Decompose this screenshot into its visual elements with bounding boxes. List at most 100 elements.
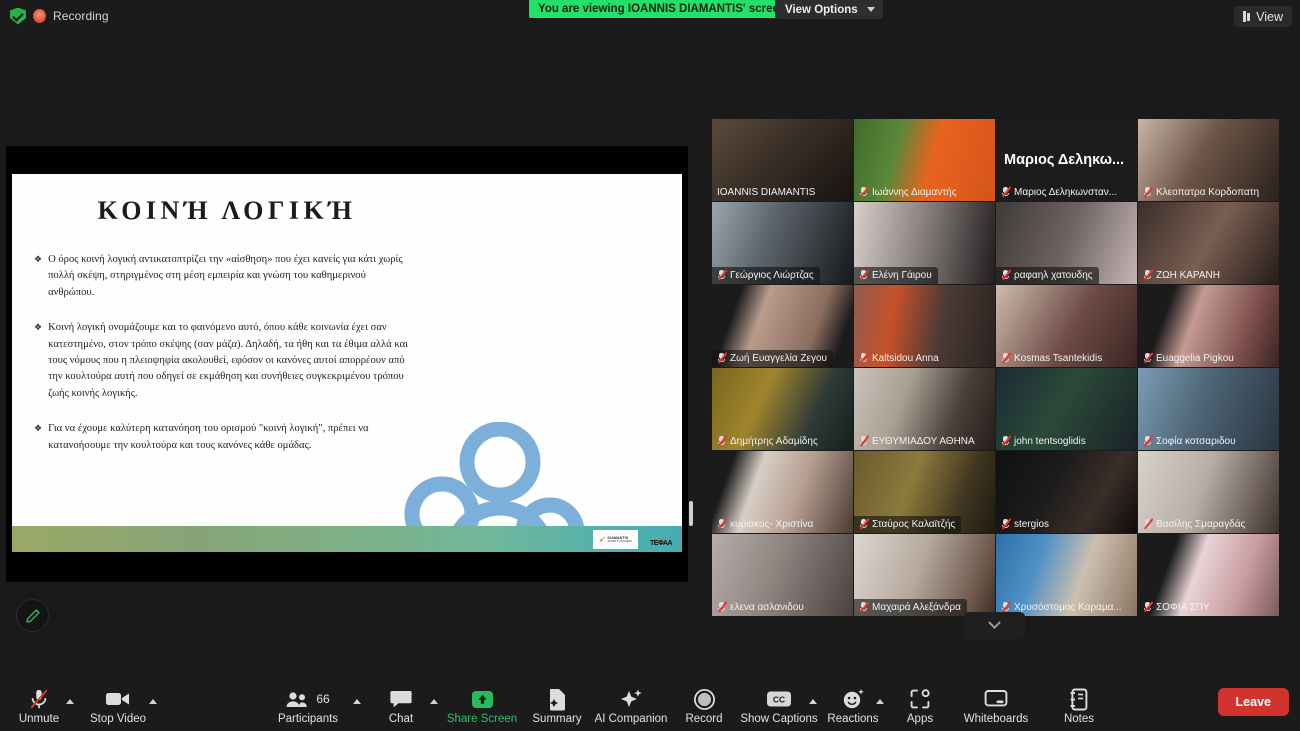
share-scroll-handle[interactable] [689, 501, 693, 526]
toolbar-show-captions-button[interactable]: CC Show Captions [740, 686, 818, 725]
participant-name-label: Γεώργιος Λιώρτζας [712, 267, 820, 284]
participant-grid: IOANNIS DIAMANTIS Ιωάννης Διαμαντής Μαριος… [712, 119, 1282, 616]
toolbar-participants-button[interactable]: 66 Participants [269, 686, 347, 725]
participant-name-label: Σοφία κοτσαριδου [1138, 433, 1242, 450]
leave-button[interactable]: Leave [1217, 688, 1289, 716]
participant-tile[interactable]: Κλεοπατρα Κορδοπατη [1138, 119, 1279, 201]
participant-name-text: Ελένη Γάιρου [872, 269, 932, 281]
microphone-muted-icon [717, 518, 728, 530]
participant-tile[interactable]: Μαχαιρά Αλεξάνδρα [854, 534, 995, 616]
participant-tile[interactable]: Μαριος Δεληκω... Μαριος Δεληκωνσταν... [996, 119, 1137, 201]
participant-name-text: Euaggelia Pigkou [1156, 352, 1234, 364]
participant-tile[interactable]: stergios [996, 451, 1137, 533]
closed-captions-icon: CC [766, 686, 792, 712]
recording-dot-icon[interactable] [33, 9, 46, 23]
toolbar-unmute-button[interactable]: Unmute [0, 686, 78, 725]
toolbar-chat-button[interactable]: Chat [362, 686, 440, 725]
participant-tile[interactable]: Βασίλης Σμαραγδάς [1138, 451, 1279, 533]
participant-tile[interactable]: Χρυσόστομος Καραμα... [996, 534, 1137, 616]
toolbar-record-button[interactable]: Record [665, 686, 743, 725]
participant-name-label: Δημήτρης Αδαμίδης [712, 433, 824, 450]
toolbar-chevron-up-icon[interactable] [430, 699, 438, 704]
participant-name-text: ΣΟΦΙΑ ΣΠΥ [1156, 601, 1210, 613]
participant-tile[interactable]: ΣΟΦΙΑ ΣΠΥ [1138, 534, 1279, 616]
participant-tile[interactable]: ραφαηλ χατουδης [996, 202, 1137, 284]
microphone-muted-icon [717, 435, 728, 447]
participant-tile[interactable]: ΕΥΘΥΜΙΑΔΟΥ ΑΘΗΝΑ [854, 368, 995, 450]
microphone-muted-icon [1001, 186, 1012, 198]
annotate-pencil-button[interactable] [16, 599, 49, 632]
swoosh-icon: ➶ [598, 534, 607, 544]
bullet-text: Για να έχουμε καλύτερη κατανόηση του ορι… [48, 423, 369, 451]
notes-icon [1069, 686, 1089, 712]
toolbar-whiteboards-button[interactable]: Whiteboards [957, 686, 1035, 725]
participant-tile[interactable]: Σταύρος Καλαϊτζής [854, 451, 995, 533]
view-layout-button[interactable]: View [1233, 6, 1292, 27]
security-shield-icon[interactable] [10, 7, 26, 25]
participant-tile[interactable]: Σοφία κοτσαριδου [1138, 368, 1279, 450]
participant-name-text: Σοφία κοτσαριδου [1156, 435, 1236, 447]
participant-tile[interactable]: Euaggelia Pigkou [1138, 285, 1279, 367]
toolbar-item-label: Stop Video [89, 713, 147, 725]
participant-name-label: ραφαηλ χατουδης [996, 267, 1099, 284]
participant-name-text: Βασίλης Σμαραγδάς [1156, 518, 1246, 530]
tefaa-logo-text: ΤΕΦΑΑ [650, 540, 673, 547]
toolbar-summary-button[interactable]: Summary [518, 686, 596, 725]
toolbar-item-label: Record [685, 713, 723, 725]
microphone-muted-icon [1143, 352, 1154, 364]
list-item: ❖ Κοινή λογική ονομάζουμε και το φαινόμε… [34, 320, 414, 402]
toolbar-item-label: Reactions [827, 713, 879, 725]
view-options-button[interactable]: View Options [775, 0, 883, 19]
participant-name-label: Βασίλης Σμαραγδάς [1138, 516, 1251, 533]
microphone-muted-icon [859, 601, 870, 613]
participant-name-text: Ζωή Ευαγγελία Ζεγου [730, 352, 828, 364]
microphone-muted-icon [1001, 352, 1012, 364]
participant-name-label: Euaggelia Pigkou [1138, 350, 1240, 367]
toolbar-ai-companion-button[interactable]: AI Companion [592, 686, 670, 725]
toolbar-chevron-up-icon[interactable] [149, 699, 157, 704]
participant-tile[interactable]: Γεώργιος Λιώρτζας [712, 202, 853, 284]
bullet-text: Κοινή λογική ονομάζουμε και το φαινόμενο… [48, 322, 408, 399]
participant-tile[interactable]: Kosmas Tsantekidis [996, 285, 1137, 367]
participant-tile[interactable]: ελενα ασλανιδου [712, 534, 853, 616]
toolbar-item-label: Whiteboards [963, 713, 1029, 725]
participant-name-label: IOANNIS DIAMANTIS [712, 185, 821, 201]
toolbar-chevron-up-icon[interactable] [66, 699, 74, 704]
participant-name-text: ΕΥΘΥΜΙΑΔΟΥ ΑΘΗΝΑ [872, 435, 975, 447]
shared-screen-region[interactable]: ΚΟΙΝΉ ΛΟΓΙΚΉ ❖ Ο όρος κοινή λογική αντικ… [6, 146, 693, 582]
participant-tile[interactable]: Ζωή Ευαγγελία Ζεγου [712, 285, 853, 367]
toolbar-item-label: Show Captions [740, 713, 818, 725]
participant-tile[interactable]: Kaltsidou Anna [854, 285, 995, 367]
toolbar-item-label: Unmute [18, 713, 60, 725]
tefaa-logo: ➶ ΤΕΦΑΑ [648, 531, 674, 548]
toolbar-share-screen-button[interactable]: Share Screen [443, 686, 521, 725]
microphone-muted-icon [859, 435, 870, 447]
microphone-muted-icon [1001, 518, 1012, 530]
participant-name-text: Κλεοπατρα Κορδοπατη [1156, 186, 1260, 198]
grid-scroll-down-button[interactable] [964, 612, 1025, 639]
participant-tile[interactable]: IOANNIS DIAMANTIS [712, 119, 853, 201]
toolbar-notes-button[interactable]: Notes [1040, 686, 1118, 725]
participant-name-text: ραφαηλ χατουδης [1014, 269, 1093, 281]
participant-tile[interactable]: john tentsoglidis [996, 368, 1137, 450]
toolbar-apps-button[interactable]: Apps [881, 686, 959, 725]
slide-bullet-list: ❖ Ο όρος κοινή λογική αντικατοπτρίζει τη… [34, 252, 414, 473]
participant-tile[interactable]: ΖΩΗ ΚΑΡΑΝΗ [1138, 202, 1279, 284]
participant-tile[interactable]: κυριακος- Χριστίνα [712, 451, 853, 533]
participant-tile[interactable]: Ελένη Γάιρου [854, 202, 995, 284]
toolbar-stop-video-button[interactable]: Stop Video [79, 686, 157, 725]
participant-name-label: Ιωάννης Διαμαντής [854, 184, 963, 201]
participant-name-text: Δημήτρης Αδαμίδης [730, 435, 818, 447]
participant-tile[interactable]: Ιωάννης Διαμαντής [854, 119, 995, 201]
microphone-muted-icon [1143, 601, 1154, 613]
toolbar-item-label: Share Screen [446, 713, 518, 725]
participant-tile[interactable]: Δημήτρης Αδαμίδης [712, 368, 853, 450]
toolbar-chevron-up-icon[interactable] [353, 699, 361, 704]
participant-name-label: stergios [996, 516, 1055, 533]
list-item: ❖ Ο όρος κοινή λογική αντικατοπτρίζει τη… [34, 252, 414, 301]
participant-name-text: Γεώργιος Λιώρτζας [730, 269, 814, 281]
ai-sparkle-icon [619, 686, 643, 712]
pencil-annotate-icon [25, 608, 40, 623]
toolbar-item-label: AI Companion [594, 713, 668, 725]
microphone-muted-icon [859, 186, 870, 198]
